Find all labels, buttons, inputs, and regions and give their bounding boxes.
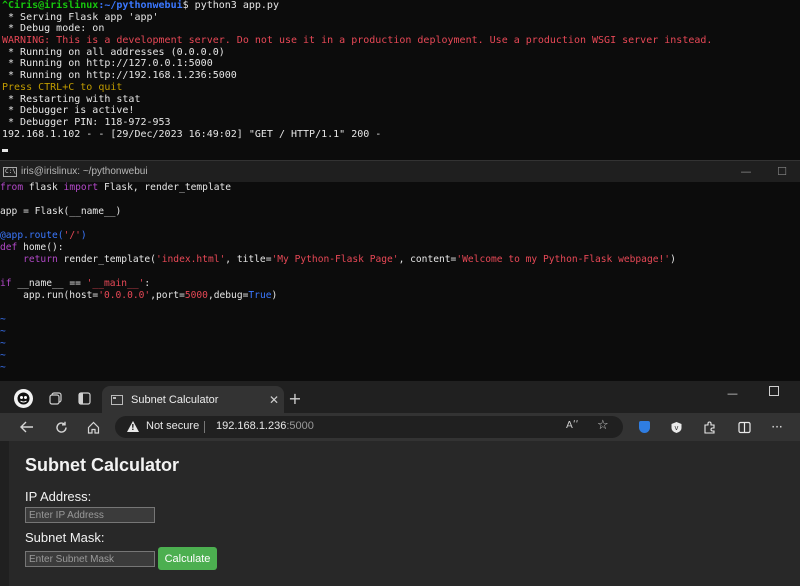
- url-host: 192.168.1.236: [216, 420, 287, 432]
- vim-empty-line-marker: ~: [0, 350, 6, 361]
- prompt-command: python3 app.py: [188, 0, 279, 11]
- code-line: app.run(host='0.0.0.0',port=5000,debug=T…: [0, 290, 278, 301]
- extension-icon[interactable]: v: [668, 419, 684, 435]
- prompt-user: ^Ciris@irislinux: [2, 0, 99, 11]
- home-icon[interactable]: [84, 418, 102, 436]
- terminal-output-line: * Debugger PIN: 118-972-953: [2, 116, 171, 128]
- terminal-output-line: * Serving Flask app 'app': [2, 11, 159, 23]
- tab-actions-icon[interactable]: [75, 389, 93, 407]
- code-line: def home():: [0, 242, 64, 253]
- code-line: return render_template('index.html', tit…: [23, 254, 676, 265]
- extension-shield-icon[interactable]: [636, 419, 652, 435]
- url-port: :5000: [286, 420, 314, 432]
- terminal-bottom-titlebar[interactable]: C:\ iris@irislinux: ~/pythonwebui — ☐: [0, 160, 800, 182]
- code-line: @app.route('/'): [0, 230, 87, 241]
- split-screen-icon[interactable]: [736, 419, 752, 435]
- terminal-top: ^Ciris@irislinux:~/pythonwebui$ python3 …: [0, 0, 800, 160]
- favorite-star-icon[interactable]: ☆: [597, 418, 609, 433]
- terminal-output-line: * Running on http://127.0.0.1:5000: [2, 58, 213, 70]
- terminal-prompt-line: ^Ciris@irislinux:~/pythonwebui$ python3 …: [2, 0, 798, 12]
- browser-maximize-button[interactable]: [769, 386, 779, 396]
- tab-title: Subnet Calculator: [131, 393, 219, 406]
- browser-window: Subnet Calculator ✕ + — Not secure 192.1…: [0, 381, 800, 586]
- terminal-output-line: * Restarting with stat: [2, 93, 141, 105]
- tab-favicon-icon: [111, 394, 123, 405]
- code-line: app = Flask(__name__): [0, 206, 122, 217]
- terminal-minimize-button[interactable]: —: [728, 165, 764, 178]
- code-line: if __name__ == '__main__':: [0, 278, 151, 289]
- terminal-output-line: * Running on http://192.168.1.236:5000: [2, 70, 237, 82]
- ip-address-input[interactable]: [25, 507, 155, 523]
- terminal-quit-hint-line: Press CTRL+C to quit: [2, 81, 123, 93]
- calculate-button[interactable]: Calculate: [158, 547, 217, 570]
- prompt-path: :~/pythonwebui: [98, 0, 183, 11]
- vim-empty-line-marker: ~: [0, 326, 6, 337]
- vim-empty-line-marker: ~: [0, 338, 6, 349]
- url-text[interactable]: 192.168.1.236:5000: [216, 420, 314, 432]
- code-line: from flask import Flask, render_template: [0, 182, 232, 193]
- terminal-app-icon: C:\: [3, 166, 17, 177]
- browser-toolbar: Not secure 192.168.1.236:5000 Aʹʹ ☆ v ··…: [0, 413, 800, 441]
- browser-tab-bar: Subnet Calculator ✕ + —: [0, 381, 800, 413]
- subnet-mask-label: Subnet Mask:: [25, 530, 105, 545]
- terminal-warning-line: WARNING: This is a development server. D…: [2, 35, 713, 47]
- terminal-bottom-editor[interactable]: from flask import Flask, render_template…: [0, 182, 800, 382]
- address-bar[interactable]: Not secure 192.168.1.236:5000 Aʹʹ ☆: [115, 416, 623, 438]
- warning-icon[interactable]: [127, 421, 139, 432]
- refresh-icon[interactable]: [52, 418, 70, 436]
- terminal-output-line: 192.168.1.102 - - [29/Dec/2023 16:49:02]…: [2, 128, 382, 140]
- new-tab-button[interactable]: +: [286, 389, 304, 408]
- terminal-window-title: iris@irislinux: ~/pythonwebui: [21, 166, 148, 177]
- tab-subnet-calculator[interactable]: Subnet Calculator ✕: [102, 386, 284, 413]
- vim-empty-line-marker: ~: [0, 362, 6, 373]
- back-arrow-icon[interactable]: [18, 418, 36, 436]
- more-options-icon[interactable]: ···: [769, 419, 785, 435]
- terminal-cursor: [2, 148, 8, 152]
- svg-text:v: v: [674, 424, 678, 432]
- ip-address-label: IP Address:: [25, 489, 92, 504]
- workspaces-icon[interactable]: [46, 389, 64, 407]
- extensions-puzzle-icon[interactable]: [701, 419, 717, 435]
- web-page-content: Subnet Calculator IP Address: Subnet Mas…: [9, 441, 800, 586]
- browser-minimize-button[interactable]: —: [727, 387, 738, 400]
- security-status-label[interactable]: Not secure: [146, 420, 199, 432]
- terminal-cursor-line: [2, 140, 798, 152]
- terminal-output-line: * Running on all addresses (0.0.0.0): [2, 46, 225, 58]
- tab-close-icon[interactable]: ✕: [264, 393, 284, 407]
- page-title: Subnet Calculator: [25, 455, 180, 475]
- vim-empty-line-marker: ~: [0, 314, 6, 325]
- terminal-output-line: * Debugger is active!: [2, 105, 135, 117]
- profile-avatar-icon[interactable]: [14, 389, 33, 408]
- terminal-output-line: * Debug mode: on: [2, 23, 105, 35]
- subnet-mask-input[interactable]: [25, 551, 155, 567]
- url-separator: [204, 421, 205, 433]
- read-aloud-icon[interactable]: Aʹʹ: [566, 420, 578, 431]
- terminal-maximize-button[interactable]: ☐: [764, 165, 800, 178]
